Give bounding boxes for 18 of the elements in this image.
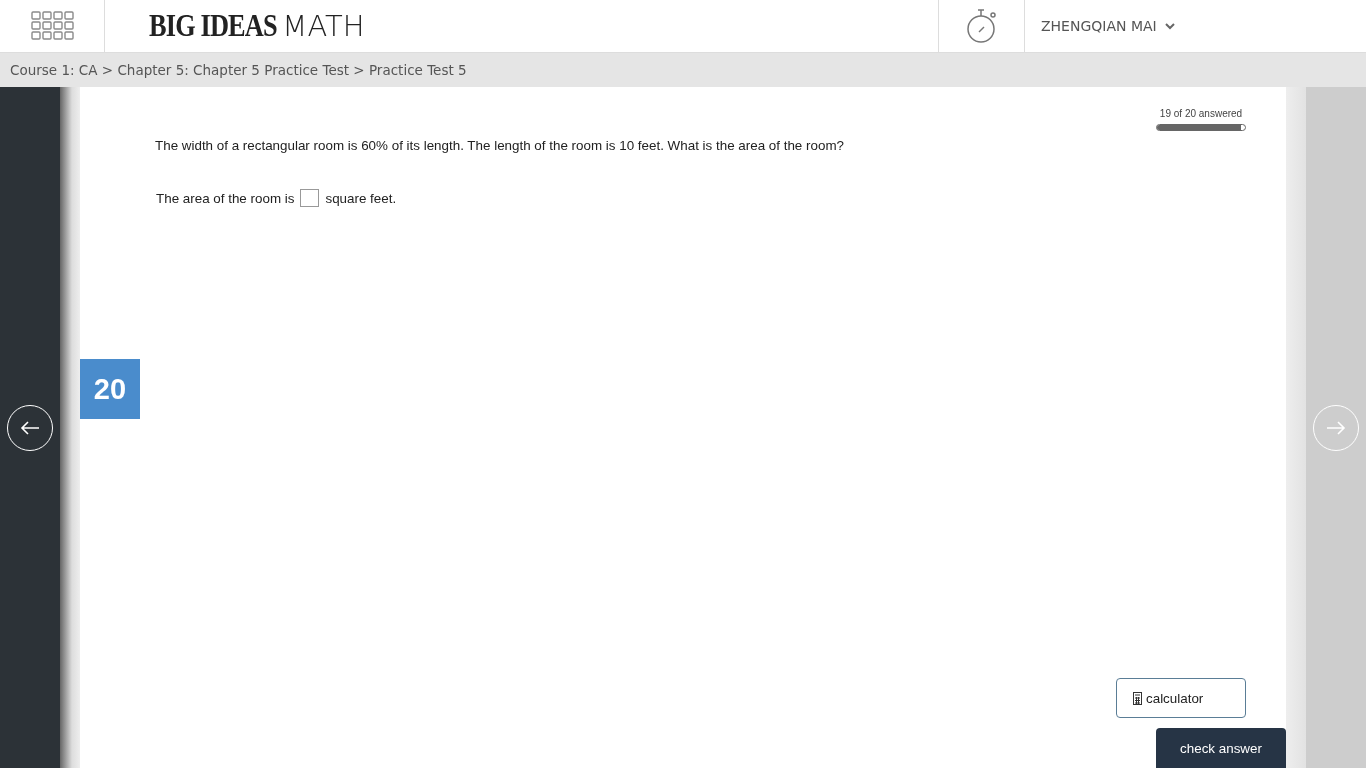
logo-wordmark-subtitle: MATH (282, 9, 365, 43)
breadcrumb: Course 1: CA > Chapter 5: Chapter 5 Practice Test > Practice Test 5 (10, 62, 467, 78)
check-answer-button[interactable]: check answer (1156, 728, 1286, 768)
progress-label: 19 of 20 answered (1159, 108, 1243, 119)
answer-text: The area of the room is (156, 190, 295, 206)
arrow-left-icon (20, 420, 40, 435)
logo-wordmark: BIG IDEAS (149, 8, 277, 44)
answer-unit-text: square feet. (325, 190, 397, 206)
arrow-right-icon (1326, 420, 1346, 435)
stopwatch-icon[interactable] (965, 8, 998, 44)
user-menu[interactable]: ZHENGQIAN MAI (1025, 0, 1366, 52)
calculator-icon (1133, 691, 1142, 705)
question-text: The width of a rectangular room is 60% of its length. The length of the room is 10 feet. What is the area of the room? (155, 138, 845, 153)
question-number: 20 (80, 359, 140, 419)
chevron-down-icon (1164, 22, 1175, 30)
apps-grid-icon[interactable] (30, 11, 74, 41)
calculator-button[interactable]: calculator (1116, 678, 1246, 718)
answer-box[interactable] (300, 189, 320, 207)
